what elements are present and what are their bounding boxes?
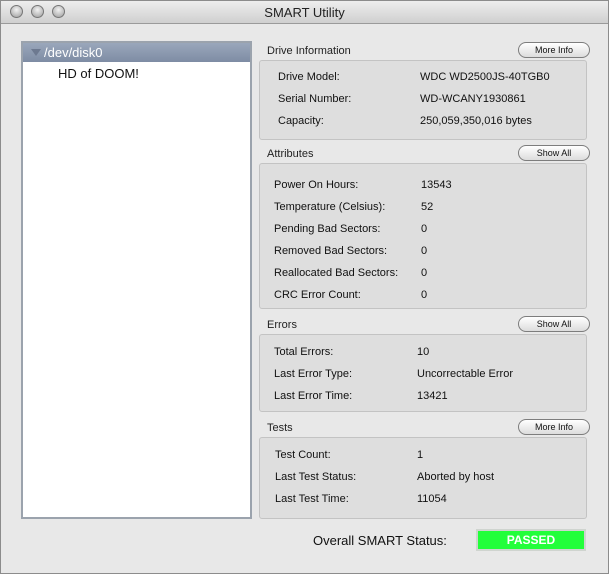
attribute-label: CRC Error Count:	[274, 289, 361, 301]
test-value: 1	[417, 449, 424, 461]
error-label: Last Error Time:	[274, 390, 353, 402]
serial-number-label: Serial Number:	[278, 93, 352, 105]
attribute-value: 0	[421, 223, 428, 235]
attribute-value: 0	[421, 267, 428, 279]
attribute-value: 52	[421, 201, 434, 213]
drive-model-label: Drive Model:	[278, 71, 340, 83]
attribute-label: Power On Hours:	[274, 179, 359, 191]
drive-info-title: Drive Information	[267, 45, 351, 57]
errors-title: Errors	[267, 319, 297, 331]
attribute-label: Pending Bad Sectors:	[274, 223, 381, 235]
attribute-label: Temperature (Celsius):	[274, 201, 386, 213]
error-value: 13421	[417, 390, 448, 402]
disk-item[interactable]: /dev/disk0	[23, 43, 250, 62]
test-value: 11054	[417, 493, 447, 505]
error-label: Total Errors:	[274, 346, 334, 358]
error-value: Uncorrectable Error	[417, 368, 513, 380]
serial-number-value: WD-WCANY1930861	[420, 93, 526, 105]
attribute-value: 13543	[421, 179, 452, 191]
disk-label: /dev/disk0	[44, 45, 103, 60]
tests-panel: Test Count: 1 Last Test Status: Aborted …	[259, 437, 587, 519]
smart-utility-window: SMART Utility /dev/disk0 HD of DOOM! Dri…	[0, 0, 609, 574]
overall-status-badge: PASSED	[476, 529, 586, 551]
capacity-value: 250,059,350,016 bytes	[420, 115, 532, 127]
disk-list[interactable]: /dev/disk0 HD of DOOM!	[21, 41, 252, 519]
test-value: Aborted by host	[417, 471, 495, 483]
error-value: 10	[417, 346, 430, 358]
attribute-label: Reallocated Bad Sectors:	[274, 267, 399, 279]
title-bar: SMART Utility	[1, 1, 608, 24]
test-label: Last Test Time:	[275, 493, 349, 505]
drive-info-more-info-button[interactable]: More Info	[518, 42, 590, 58]
drive-info-panel: Drive Model: WDC WD2500JS-40TGB0 Serial …	[259, 60, 587, 140]
volume-item[interactable]: HD of DOOM!	[58, 66, 139, 81]
attributes-panel: Power On Hours: 13543 Temperature (Celsi…	[259, 163, 587, 309]
attribute-label: Removed Bad Sectors:	[274, 245, 388, 257]
drive-model-value: WDC WD2500JS-40TGB0	[420, 71, 550, 83]
tests-title: Tests	[267, 422, 293, 434]
errors-panel: Total Errors: 10 Last Error Type: Uncorr…	[259, 334, 587, 412]
overall-status-label: Overall SMART Status:	[313, 533, 447, 548]
error-label: Last Error Type:	[274, 368, 353, 380]
window-title: SMART Utility	[264, 5, 345, 20]
test-label: Last Test Status:	[275, 471, 357, 483]
attribute-value: 0	[421, 245, 428, 257]
test-label: Test Count:	[275, 449, 331, 461]
capacity-label: Capacity:	[278, 115, 324, 127]
tests-more-info-button[interactable]: More Info	[518, 419, 590, 435]
attributes-title: Attributes	[267, 148, 314, 160]
attributes-show-all-button[interactable]: Show All	[518, 145, 590, 161]
errors-show-all-button[interactable]: Show All	[518, 316, 590, 332]
attribute-value: 0	[421, 289, 428, 301]
disclosure-triangle-icon[interactable]	[31, 49, 41, 56]
